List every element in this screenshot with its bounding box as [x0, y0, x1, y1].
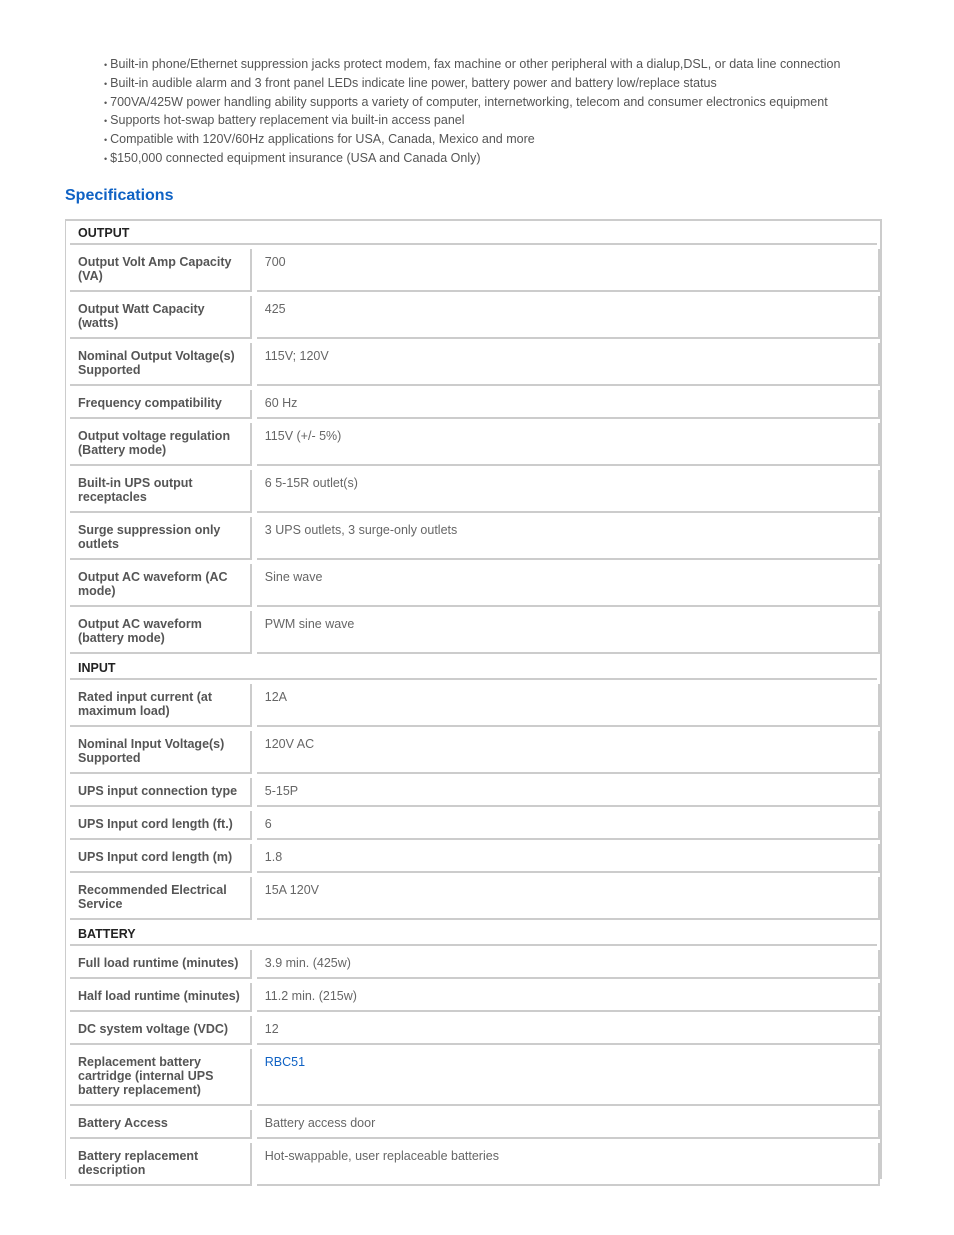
- spec-label: UPS Input cord length (ft.): [70, 811, 252, 840]
- spec-label: Half load runtime (minutes): [70, 983, 252, 1012]
- spec-row: Output AC waveform (AC mode) Sine wave: [70, 564, 880, 607]
- spec-row: DC system voltage (VDC) 12: [70, 1016, 880, 1045]
- battery-link[interactable]: RBC51: [265, 1055, 305, 1069]
- spec-value: 3.9 min. (425w): [256, 950, 880, 979]
- spec-label: Nominal Input Voltage(s) Supported: [70, 731, 252, 774]
- spec-value: 12: [256, 1016, 880, 1045]
- spec-row: Nominal Output Voltage(s) Supported 115V;…: [70, 343, 880, 386]
- spec-value: 5-15P: [256, 778, 880, 807]
- spec-value: PWM sine wave: [256, 611, 880, 654]
- spec-value: 6: [256, 811, 880, 840]
- spec-row: Nominal Input Voltage(s) Supported 120V A…: [70, 731, 880, 774]
- spec-label: Full load runtime (minutes): [70, 950, 252, 979]
- spec-label: Battery replacement description: [70, 1143, 252, 1186]
- feature-list: Built-in phone/Ethernet suppression jack…: [104, 56, 840, 169]
- spec-row: UPS Input cord length (ft.) 6: [70, 811, 880, 840]
- spec-value: 11.2 min. (215w): [256, 983, 880, 1012]
- spec-value: 700: [256, 249, 880, 292]
- spec-label: Frequency compatibility: [70, 390, 252, 419]
- feature-item: 700VA/425W power handling ability suppor…: [104, 94, 840, 113]
- spec-value: Battery access door: [256, 1110, 880, 1139]
- spec-row: Replacement battery cartridge (internal …: [70, 1049, 880, 1106]
- spec-value: 15A 120V: [256, 877, 880, 920]
- spec-label: Built-in UPS output receptacles: [70, 470, 252, 513]
- spec-row: Output voltage regulation (Battery mode)…: [70, 423, 880, 466]
- spec-row: Half load runtime (minutes) 11.2 min. (21…: [70, 983, 880, 1012]
- spec-label: UPS input connection type: [70, 778, 252, 807]
- feature-item: Built-in phone/Ethernet suppression jack…: [104, 56, 840, 75]
- spec-row: UPS input connection type 5-15P: [70, 778, 880, 807]
- spec-value: 6 5-15R outlet(s): [256, 470, 880, 513]
- spec-label: Nominal Output Voltage(s) Supported: [70, 343, 252, 386]
- spec-label: Output Volt Amp Capacity (VA): [70, 249, 252, 292]
- spec-label: Rated input current (at maximum load): [70, 684, 252, 727]
- spec-label: Output AC waveform (battery mode): [70, 611, 252, 654]
- spec-value: 120V AC: [256, 731, 880, 774]
- spec-row: Rated input current (at maximum load) 12A: [70, 684, 880, 727]
- spec-row: UPS Input cord length (m) 1.8: [70, 844, 880, 873]
- spec-row: Output AC waveform (battery mode) PWM sin…: [70, 611, 880, 654]
- spec-label: Output AC waveform (AC mode): [70, 564, 252, 607]
- spec-row: Recommended Electrical Service 15A 120V: [70, 877, 880, 920]
- spec-row: Battery Access Battery access door: [70, 1110, 880, 1139]
- feature-item: $150,000 connected equipment insurance (…: [104, 150, 840, 169]
- spec-row: Battery replacement description Hot-swapp…: [70, 1143, 880, 1186]
- spec-row: Full load runtime (minutes) 3.9 min. (425…: [70, 950, 880, 979]
- spec-value: Sine wave: [256, 564, 880, 607]
- feature-item: Compatible with 120V/60Hz applications f…: [104, 131, 840, 150]
- spec-value: 425: [256, 296, 880, 339]
- feature-item: Supports hot-swap battery replacement vi…: [104, 112, 840, 131]
- spec-value: Hot-swappable, user replaceable batterie…: [256, 1143, 880, 1186]
- section-header: OUTPUT: [70, 223, 877, 245]
- specifications-table: OUTPUT Output Volt Amp Capacity (VA) 700 Ou…: [65, 219, 882, 1186]
- spec-value: 3 UPS outlets, 3 surge-only outlets: [256, 517, 880, 560]
- spec-row: Frequency compatibility 60 Hz: [70, 390, 880, 419]
- spec-label: Battery Access: [70, 1110, 252, 1139]
- spec-label: Replacement battery cartridge (internal …: [70, 1049, 252, 1106]
- spec-label: UPS Input cord length (m): [70, 844, 252, 873]
- spec-label: Recommended Electrical Service: [70, 877, 252, 920]
- spec-value: 60 Hz: [256, 390, 880, 419]
- spec-row: Output Watt Capacity (watts) 425: [70, 296, 880, 339]
- spec-value: RBC51: [256, 1049, 880, 1106]
- section-header: INPUT: [70, 658, 877, 680]
- spec-value: 115V; 120V: [256, 343, 880, 386]
- spec-row: Output Volt Amp Capacity (VA) 700: [70, 249, 880, 292]
- feature-item: Built-in audible alarm and 3 front panel…: [104, 75, 840, 94]
- spec-row: Surge suppression only outlets 3 UPS outl…: [70, 517, 880, 560]
- spec-label: DC system voltage (VDC): [70, 1016, 252, 1045]
- spec-value: 12A: [256, 684, 880, 727]
- spec-label: Surge suppression only outlets: [70, 517, 252, 560]
- spec-value: 115V (+/- 5%): [256, 423, 880, 466]
- section-header: BATTERY: [70, 924, 877, 946]
- spec-row: Built-in UPS output receptacles 6 5-15R o…: [70, 470, 880, 513]
- spec-value: 1.8: [256, 844, 880, 873]
- specifications-heading: Specifications: [65, 187, 174, 204]
- spec-label: Output Watt Capacity (watts): [70, 296, 252, 339]
- spec-label: Output voltage regulation (Battery mode): [70, 423, 252, 466]
